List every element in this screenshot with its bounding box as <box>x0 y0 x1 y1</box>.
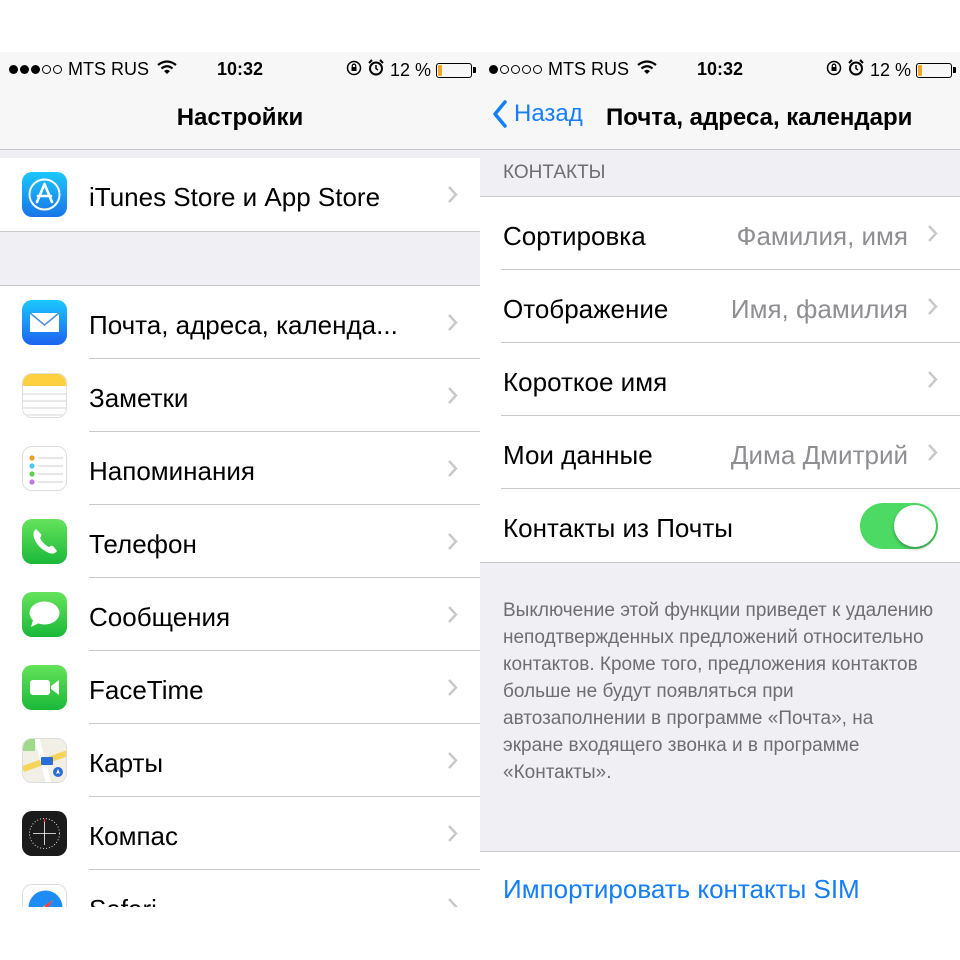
settings-row-label: Почта, адреса, календа... <box>89 310 398 340</box>
settings-row-label: Напоминания <box>89 456 255 486</box>
row-my-info[interactable]: Мои данные Дима Дмитрий <box>480 416 960 489</box>
status-bar: MTS RUS 10:32 12 % <box>480 52 960 88</box>
status-bar: MTS RUS 10:32 12 % <box>0 52 480 88</box>
maps-icon <box>22 738 67 783</box>
settings-row-itunes-app-store[interactable]: iTunes Store и App Store <box>0 158 480 231</box>
contacts-group: Сортировка Фамилия, имя Отображение Имя,… <box>480 196 960 563</box>
settings-row-label: Сообщения <box>89 602 231 632</box>
app-store-icon <box>22 172 67 217</box>
battery-percent: 12 % <box>869 59 911 80</box>
settings-group: iTunes Store и App Store <box>0 158 480 232</box>
row-label: Мои данные <box>503 440 653 470</box>
chevron-right-icon <box>927 297 938 321</box>
chevron-right-icon <box>447 313 458 337</box>
settings-row-messages[interactable]: Сообщения <box>0 578 480 651</box>
row-label: Сортировка <box>503 221 646 251</box>
status-right: 12 % <box>826 59 956 81</box>
row-value: Дима Дмитрий <box>730 440 908 470</box>
chevron-left-icon <box>493 100 507 128</box>
row-value: Фамилия, имя <box>736 221 908 251</box>
back-button[interactable]: Назад <box>492 100 583 128</box>
chevron-right-icon <box>447 897 458 907</box>
chevron-right-icon <box>927 370 938 394</box>
settings-row-label: FaceTime <box>89 675 204 705</box>
import-sim-row[interactable]: Импортировать контакты SIM <box>480 851 960 907</box>
settings-row-safari[interactable]: Safari <box>0 870 480 907</box>
chevron-right-icon <box>447 185 458 209</box>
settings-row-label: Телефон <box>89 529 197 559</box>
battery-percent: 12 % <box>389 59 431 80</box>
mail-contacts-calendars-screen: MTS RUS 10:32 12 % Назад Почта, адреса, … <box>480 52 960 907</box>
page-title: Настройки <box>176 104 304 131</box>
chevron-right-icon <box>447 459 458 483</box>
settings-row-maps[interactable]: Карты <box>0 724 480 797</box>
settings-row-reminders[interactable]: Напоминания <box>0 432 480 505</box>
chevron-right-icon <box>927 224 938 248</box>
battery-icon <box>916 62 956 78</box>
settings-row-facetime[interactable]: FaceTime <box>0 651 480 724</box>
toggle-knob <box>894 505 936 547</box>
import-sim-contacts-link[interactable]: Импортировать контакты SIM <box>503 874 860 905</box>
back-button-label: Назад <box>514 100 583 127</box>
battery-icon <box>436 62 476 78</box>
row-sort-order[interactable]: Сортировка Фамилия, имя <box>480 197 960 270</box>
section-header: КОНТАКТЫ <box>503 162 606 183</box>
chevron-right-icon <box>927 443 938 467</box>
settings-row-compass[interactable]: Компас <box>0 797 480 870</box>
settings-row-label: Карты <box>89 748 164 778</box>
settings-screen: MTS RUS 10:32 12 % Настройки iTunes Stor… <box>0 52 480 907</box>
contacts-settings: КОНТАКТЫ Сортировка Фамилия, имя Отображ… <box>480 150 960 907</box>
navigation-bar: Назад Почта, адреса, календари <box>480 88 960 150</box>
row-value: Имя, фамилия <box>730 294 908 324</box>
row-short-name[interactable]: Короткое имя <box>480 343 960 416</box>
settings-row-mail[interactable]: Почта, адреса, календа... <box>0 286 480 359</box>
chevron-right-icon <box>447 386 458 410</box>
alarm-icon <box>368 59 384 81</box>
notes-icon <box>22 373 67 418</box>
row-display-order[interactable]: Отображение Имя, фамилия <box>480 270 960 343</box>
settings-row-notes[interactable]: Заметки <box>0 359 480 432</box>
navigation-bar: Настройки <box>0 88 480 150</box>
reminders-icon <box>22 446 67 491</box>
messages-icon <box>22 592 67 637</box>
contacts-found-in-mail-toggle[interactable] <box>860 503 938 549</box>
settings-row-label: Заметки <box>89 383 189 413</box>
row-label: Короткое имя <box>503 367 668 397</box>
status-right: 12 % <box>346 59 476 81</box>
chevron-right-icon <box>447 532 458 556</box>
phone-icon <box>22 519 67 564</box>
chevron-right-icon <box>447 751 458 775</box>
settings-row-label: iTunes Store и App Store <box>89 182 381 212</box>
page-title: Почта, адреса, календари <box>606 104 913 131</box>
rotation-lock-icon <box>826 60 842 81</box>
row-label: Контакты из Почты <box>503 513 733 543</box>
settings-group: Почта, адреса, календа... Заметки Напоми… <box>0 285 480 907</box>
facetime-icon <box>22 665 67 710</box>
row-label: Отображение <box>503 294 669 324</box>
settings-row-label: Safari <box>89 894 157 907</box>
section-footer-text: Выключение этой функции приведет к удале… <box>503 600 934 783</box>
rotation-lock-icon <box>346 60 362 81</box>
chevron-right-icon <box>447 605 458 629</box>
settings-row-label: Компас <box>89 821 179 851</box>
settings-list: iTunes Store и App Store Почта, адреса, … <box>0 150 480 907</box>
settings-row-phone[interactable]: Телефон <box>0 505 480 578</box>
row-contacts-found-in-mail: Контакты из Почты <box>480 489 960 562</box>
alarm-icon <box>848 59 864 81</box>
chevron-right-icon <box>447 678 458 702</box>
mail-icon <box>22 300 67 345</box>
chevron-right-icon <box>447 824 458 848</box>
compass-icon <box>22 811 67 856</box>
safari-icon <box>22 884 67 907</box>
